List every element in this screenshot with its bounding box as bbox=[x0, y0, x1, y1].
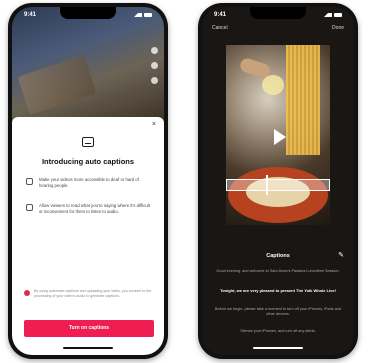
feature-bullet-1: Make your videos more accessible to deaf… bbox=[26, 177, 154, 188]
comment-icon[interactable] bbox=[151, 62, 158, 69]
notch bbox=[250, 7, 306, 19]
home-indicator bbox=[63, 347, 113, 349]
caption-line[interactable]: Silence your iPhones, and turn off any a… bbox=[212, 329, 344, 334]
video-scene bbox=[17, 55, 97, 115]
info-icon bbox=[26, 204, 33, 211]
caption-line[interactable]: Good evening, and welcome to Sam Dean's … bbox=[212, 269, 344, 274]
cancel-button[interactable]: Cancel bbox=[212, 25, 228, 37]
plate-image bbox=[228, 167, 328, 223]
info-icon bbox=[26, 178, 33, 185]
video-timeline[interactable] bbox=[226, 179, 330, 191]
status-time: 9:41 bbox=[214, 12, 227, 18]
captions-icon bbox=[82, 137, 94, 147]
feature-bullet-2: Allow viewers to read what you're saying… bbox=[26, 203, 154, 214]
share-icon[interactable] bbox=[151, 77, 158, 84]
phone-left: 9:41 × Introducing auto captions Make yo… bbox=[8, 3, 168, 359]
side-action-icons[interactable] bbox=[151, 47, 158, 84]
turn-on-captions-button[interactable]: Turn on captions bbox=[24, 320, 154, 337]
consent-radio[interactable] bbox=[24, 290, 30, 296]
consent-text: By using automatic captions and uploadin… bbox=[34, 289, 152, 298]
close-icon[interactable]: × bbox=[152, 121, 156, 128]
pasta-image bbox=[286, 45, 320, 155]
captions-title: Captions bbox=[266, 253, 290, 259]
edit-icon[interactable]: ✎ bbox=[338, 251, 344, 259]
phone-right-screen: 9:41 Cancel Done Captions ✎ Good evening… bbox=[202, 7, 354, 355]
status-icons bbox=[324, 13, 342, 17]
status-icons bbox=[134, 13, 152, 17]
done-button[interactable]: Done bbox=[332, 25, 344, 37]
notch bbox=[60, 7, 116, 19]
battery-icon bbox=[334, 13, 342, 17]
status-time: 9:41 bbox=[24, 12, 37, 18]
consent-row[interactable]: By using automatic captions and uploadin… bbox=[24, 289, 154, 298]
signal-icon bbox=[324, 13, 332, 17]
home-indicator bbox=[253, 347, 303, 349]
phone-right: 9:41 Cancel Done Captions ✎ Good evening… bbox=[198, 3, 358, 359]
editor-top-nav: Cancel Done bbox=[202, 25, 354, 37]
caption-line[interactable]: Before we begin, please take a moment to… bbox=[212, 307, 344, 317]
timeline-playhead[interactable] bbox=[266, 175, 268, 195]
signal-icon bbox=[134, 13, 142, 17]
bullet-text: Allow viewers to read what you're saying… bbox=[39, 203, 150, 214]
like-icon[interactable] bbox=[151, 47, 158, 54]
video-preview[interactable] bbox=[226, 45, 330, 225]
cheese-image bbox=[262, 75, 284, 95]
phone-left-screen: 9:41 × Introducing auto captions Make yo… bbox=[12, 7, 164, 355]
sheet-title: Introducing auto captions bbox=[41, 157, 135, 166]
bullet-text: Make your videos more accessible to deaf… bbox=[39, 177, 139, 188]
captions-intro-sheet: × Introducing auto captions Make your vi… bbox=[12, 117, 164, 355]
video-background bbox=[12, 7, 164, 125]
play-icon[interactable] bbox=[274, 129, 286, 145]
caption-line-active[interactable]: Tonight, we are very pleased to present … bbox=[212, 288, 344, 294]
battery-icon bbox=[144, 13, 152, 17]
